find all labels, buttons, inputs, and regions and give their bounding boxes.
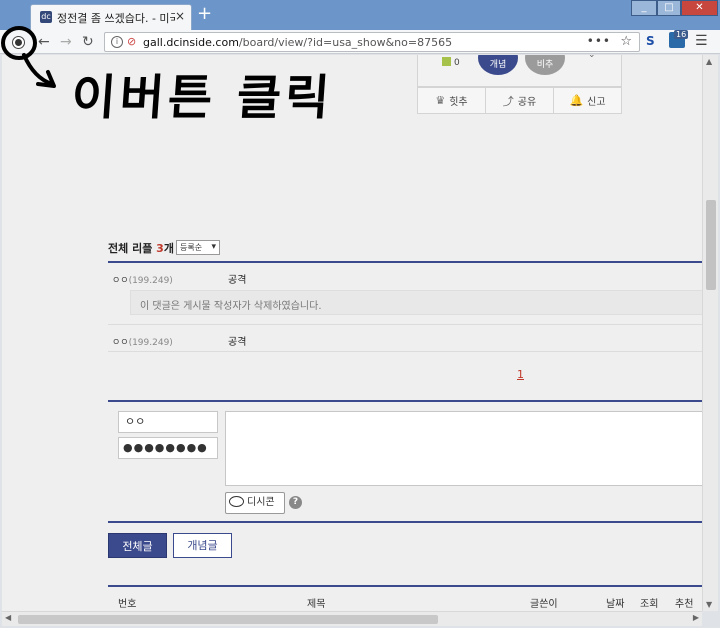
crown-icon: ♛ [435, 94, 446, 107]
page-actions-icon[interactable]: ••• [587, 34, 611, 48]
share-icon: ⤴ [502, 94, 514, 108]
scroll-down-arrow-icon[interactable]: ▼ [706, 600, 712, 609]
scroll-left-arrow-icon[interactable]: ◀ [5, 613, 11, 622]
bookmark-star-icon[interactable]: ☆ [620, 34, 632, 49]
downvote-button[interactable]: 비추 [525, 55, 565, 75]
recommend-upper: 0 개념 비추 ⌄ [417, 55, 622, 87]
horizontal-scroll-thumb[interactable] [18, 615, 438, 624]
deleted-comment-notice: 이 댓글은 게시물 작성자가 삭제하였습니다. [130, 290, 702, 315]
minimize-button[interactable]: _ [631, 0, 657, 16]
form-top-divider [108, 400, 702, 402]
extension-s-icon[interactable]: S [646, 34, 655, 48]
help-icon[interactable]: ? [289, 496, 302, 509]
maximize-button[interactable]: □ [657, 0, 681, 16]
vertical-scroll-thumb[interactable] [706, 200, 716, 290]
recommend-actions: ♛ 힛추 ⤴ 공유 🔔 신고 [417, 87, 622, 114]
dccon-face-icon [229, 496, 244, 507]
extension-badge: 16 [674, 30, 689, 39]
comment-writer-ip: (199.249) [128, 338, 173, 348]
dccon-label: 디시콘 [247, 497, 275, 508]
recommend-box: 0 개념 비추 ⌄ ♛ 힛추 ⤴ 공유 🔔 신고 [417, 55, 622, 114]
comment-text: 공격 [228, 337, 247, 348]
navigation-bar: ← → ↻ i ⊘ gall.dcinside.com/board/view/?… [0, 30, 720, 54]
board-header-number: 번호 [118, 599, 137, 610]
nickname-input[interactable]: ㅇㅇ [118, 411, 218, 433]
reload-button[interactable]: ↻ [82, 34, 94, 50]
board-header-views: 조회 [640, 599, 659, 610]
board-header-recommend: 추천 [675, 599, 694, 610]
comment-textarea[interactable] [225, 411, 702, 486]
share-label: 공유 [517, 97, 537, 108]
recommend-count-value: 0 [454, 58, 460, 68]
tracking-protection-icon[interactable] [12, 36, 25, 49]
chevron-down-icon[interactable]: ⌄ [588, 55, 596, 60]
comment-writer-name: ㅇㅇ [112, 338, 129, 348]
address-bar[interactable]: i ⊘ gall.dcinside.com/board/view/?id=usa… [104, 32, 640, 52]
recommend-count: 0 [442, 57, 460, 68]
vertical-scrollbar[interactable]: ▲ ▼ [702, 55, 718, 611]
board-header-date: 날짜 [606, 599, 625, 610]
comment-text: 공격 [228, 275, 247, 286]
board-header-writer: 글쓴이 [530, 599, 558, 610]
back-button[interactable]: ← [38, 34, 50, 50]
annotation-text: 이버튼 클릭 [69, 70, 336, 126]
comment-divider [108, 324, 702, 325]
comment-top-divider [108, 261, 702, 263]
hamburger-menu-icon[interactable]: ☰ [695, 33, 708, 49]
close-window-button[interactable]: ✕ [681, 0, 718, 16]
comment-page-link[interactable]: 1 [517, 368, 524, 381]
new-tab-button[interactable]: + [197, 4, 212, 24]
page-content: 0 개념 비추 ⌄ ♛힛추 ⤴공유 🔔신고 전체 리플 3개 등록순 ㅇㅇ(19… [2, 55, 702, 611]
report-button[interactable]: 🔔 신고 [554, 88, 621, 113]
url-path: /board/view/?id=usa_show&no=87565 [238, 36, 453, 49]
comment-header-label: 전체 리플 [108, 242, 153, 255]
info-icon[interactable]: i [111, 36, 123, 48]
horizontal-scrollbar[interactable]: ◀ ▶ [2, 611, 702, 626]
comment-writer-ip: (199.249) [128, 276, 173, 286]
tab-close-button[interactable]: × [175, 9, 185, 23]
board-top-divider [108, 585, 702, 587]
report-label: 신고 [587, 97, 606, 108]
url-text[interactable]: gall.dcinside.com/board/view/?id=usa_sho… [143, 36, 452, 49]
tab-title: 정전결 좀 쓰겠습다. - 미국 소 [57, 12, 175, 25]
comment-sort-select[interactable]: 등록순 [176, 240, 220, 255]
scroll-right-arrow-icon[interactable]: ▶ [693, 613, 699, 622]
recommend-count-icon [442, 57, 451, 66]
insecure-lock-icon[interactable]: ⊘ [127, 35, 136, 48]
siren-icon: 🔔 [569, 94, 584, 107]
comment-writer-name: ㅇㅇ [112, 276, 129, 286]
comment-divider [108, 351, 702, 352]
favicon-icon: dc [40, 11, 52, 23]
concept-posts-button[interactable]: 개념글 [173, 533, 232, 558]
concept-button[interactable]: 개념 [478, 55, 518, 75]
board-header-title: 제목 [307, 599, 326, 610]
forward-button[interactable]: → [60, 34, 72, 50]
all-posts-button[interactable]: 전체글 [108, 533, 167, 558]
form-bottom-divider [108, 521, 702, 523]
scroll-up-arrow-icon[interactable]: ▲ [706, 57, 712, 66]
comment-count: 3 [156, 242, 164, 255]
comment-header: 전체 리플 3개 [108, 240, 174, 256]
hitchu-button[interactable]: ♛ 힛추 [418, 88, 486, 113]
password-input[interactable]: ●●●●●●●● [118, 437, 218, 459]
comment-count-suffix: 개 [163, 242, 174, 255]
hitchu-label: 힛추 [449, 97, 468, 108]
title-bar: dc 정전결 좀 쓰겠습다. - 미국 소 × + _ □ ✕ [0, 0, 720, 30]
dccon-button[interactable]: 디시콘 [225, 492, 285, 514]
share-button[interactable]: ⤴ 공유 [486, 88, 554, 113]
browser-tab[interactable]: dc 정전결 좀 쓰겠습다. - 미국 소 × [30, 4, 192, 30]
comment-writer[interactable]: ㅇㅇ(199.249) [112, 273, 173, 286]
url-domain: gall.dcinside.com [143, 36, 239, 49]
comment-writer[interactable]: ㅇㅇ(199.249) [112, 335, 173, 348]
